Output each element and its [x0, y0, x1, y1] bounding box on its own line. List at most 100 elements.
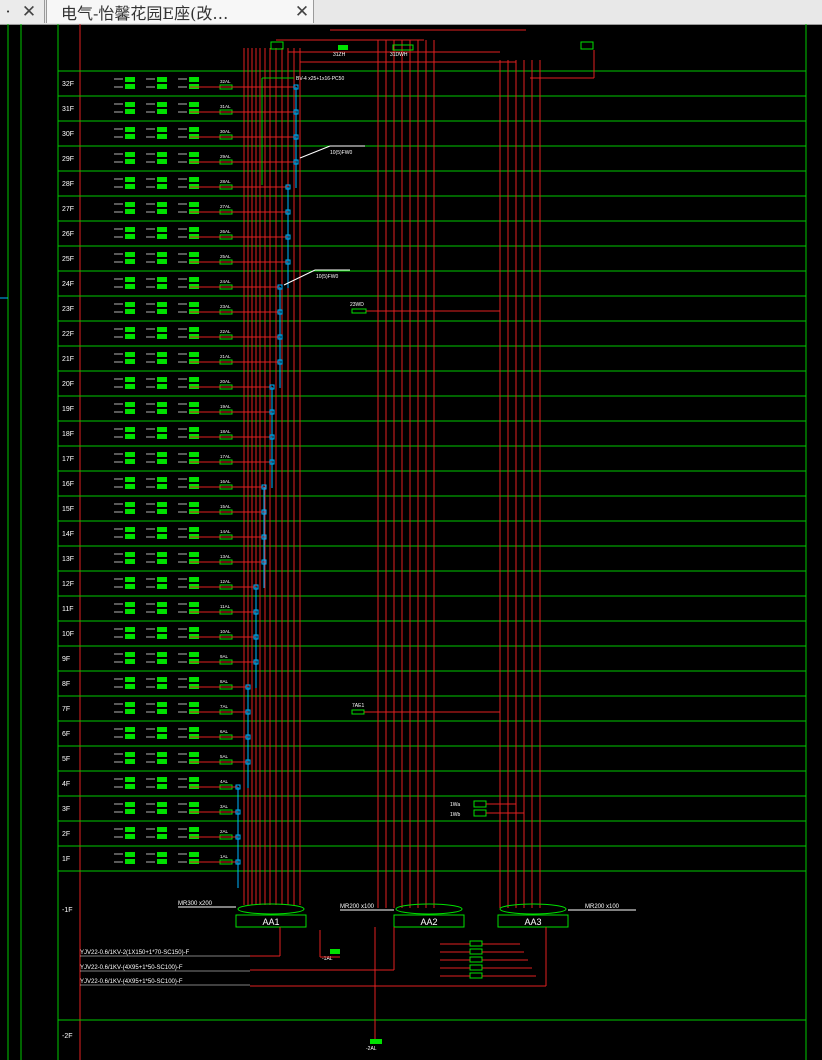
floor-label: 27F: [62, 206, 74, 213]
sub-panel-box: [330, 949, 340, 954]
tap-box-label: 10(5)FW0: [316, 274, 338, 280]
floor-label: 32F: [62, 81, 74, 88]
meter-box: [125, 209, 135, 214]
meter-box: [189, 77, 199, 82]
floor-panel-label: 9AL: [220, 654, 229, 659]
floor-panel-label: 11AL: [220, 604, 231, 609]
meter-box: [189, 177, 199, 182]
meter-box: [125, 702, 135, 707]
close-icon[interactable]: ✕: [291, 2, 313, 22]
meter-box: [189, 427, 199, 432]
meter-box: [189, 602, 199, 607]
meter-box: [157, 827, 167, 832]
meter-box: [189, 677, 199, 682]
meter-box: [125, 259, 135, 264]
panel-label: 1Wa: [450, 802, 460, 808]
meter-box: [189, 752, 199, 757]
meter-box: [189, 652, 199, 657]
panel-label: 23WD: [350, 302, 364, 308]
tray-label: MR200 x100: [585, 904, 620, 910]
meter-box: [125, 759, 135, 764]
meter-box: [157, 527, 167, 532]
meter-box: [157, 502, 167, 507]
meter-box: [189, 777, 199, 782]
meter-box: [125, 484, 135, 489]
panel-box: [469, 972, 483, 979]
meter-box: [125, 684, 135, 689]
panel-box: [351, 709, 365, 715]
floor-label: 16F: [62, 481, 74, 488]
floor-panel-label: 29AL: [220, 154, 231, 159]
document-tab-previous[interactable]: · ✕: [0, 0, 45, 23]
meter-box: [125, 627, 135, 632]
meter-box: [125, 734, 135, 739]
floor-label: -2F: [62, 1033, 73, 1040]
meter-box: [189, 302, 199, 307]
tap-box-label: 10(5)FW0: [330, 150, 352, 156]
meter-box: [157, 734, 167, 739]
cable-tray-ellipse: [395, 903, 463, 915]
meter-box: [157, 677, 167, 682]
meter-box: [189, 327, 199, 332]
meter-box: [157, 784, 167, 789]
panel-label: 7AE1: [352, 703, 364, 709]
meter-box: [157, 852, 167, 857]
floor-label: 30F: [62, 131, 74, 138]
meter-box: [157, 359, 167, 364]
floor-label: 17F: [62, 456, 74, 463]
meter-box: [157, 134, 167, 139]
meter-box: [189, 502, 199, 507]
meter-box: [125, 284, 135, 289]
floor-label: 1F: [62, 856, 70, 863]
meter-box: [157, 834, 167, 839]
meter-box: [157, 409, 167, 414]
floor-panel-label: 32AL: [220, 79, 231, 84]
meter-box: [125, 827, 135, 832]
meter-box: [125, 852, 135, 857]
meter-box: [157, 227, 167, 232]
drawing-canvas[interactable]: 31ZH 31DWH 32F 32AL 31F 31AL 30F 30AL 29F 29AL 28F…: [0, 24, 822, 1060]
floor-label: 2F: [62, 831, 70, 838]
meter-box: [157, 859, 167, 864]
meter-box: [125, 109, 135, 114]
meter-box: [189, 377, 199, 382]
panel-box: [469, 940, 483, 947]
roof-device: [270, 41, 284, 50]
floor-label: 25F: [62, 256, 74, 263]
meter-box: [157, 284, 167, 289]
close-icon[interactable]: ✕: [18, 2, 40, 22]
meter-box: [189, 527, 199, 532]
meter-box: [157, 434, 167, 439]
meter-box: [157, 709, 167, 714]
meter-box: [125, 784, 135, 789]
meter-box: [157, 184, 167, 189]
floor-label: 31F: [62, 106, 74, 113]
floor-panel-label: 2AL: [220, 829, 229, 834]
meter-box: [157, 352, 167, 357]
meter-box: [157, 159, 167, 164]
floor-panel-label: 3AL: [220, 804, 229, 809]
meter-box: [125, 309, 135, 314]
tab-label: ·: [5, 2, 11, 21]
document-tab-active[interactable]: 电气-怡馨花园E座(改… ✕: [46, 0, 314, 23]
meter-box: [157, 452, 167, 457]
meter-box: [157, 627, 167, 632]
meter-box: [125, 634, 135, 639]
meter-box: [157, 534, 167, 539]
meter-box: [125, 777, 135, 782]
floor-label: -1F: [62, 907, 73, 914]
meter-box: [157, 684, 167, 689]
floor-label: 7F: [62, 706, 70, 713]
meter-box: [125, 327, 135, 332]
floor-panel-label: 13AL: [220, 554, 231, 559]
meter-box: [125, 834, 135, 839]
floor-panel-label: 7AL: [220, 704, 229, 709]
meter-box: [157, 209, 167, 214]
panel-box: [469, 964, 483, 971]
cabinet-label: AA3: [524, 917, 541, 927]
meter-box: [189, 402, 199, 407]
meter-box: [157, 659, 167, 664]
meter-box: [157, 484, 167, 489]
cable-tray-ellipse: [237, 903, 305, 915]
meter-box: [157, 234, 167, 239]
